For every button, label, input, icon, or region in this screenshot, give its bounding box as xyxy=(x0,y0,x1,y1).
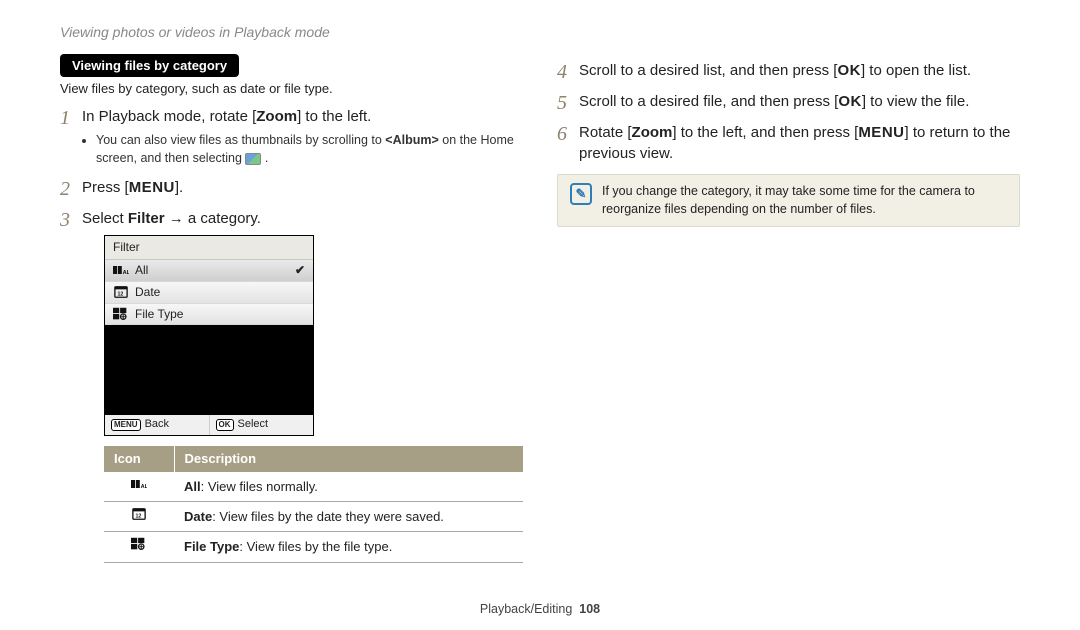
page-footer: Playback/Editing 108 xyxy=(0,602,1080,616)
menu-button-label: MENU xyxy=(858,124,904,141)
row-rest: : View files normally. xyxy=(201,479,318,494)
step-5: Scroll to a desired file, and then press… xyxy=(557,91,1020,112)
step-3-text-b: → a category. xyxy=(165,210,261,227)
steps-right: Scroll to a desired list, and then press… xyxy=(557,60,1020,164)
table-row: Date: View files by the date they were s… xyxy=(104,502,523,532)
step-5-text-a: Scroll to a desired file, and then press… xyxy=(579,93,838,110)
row-bold: All xyxy=(184,479,201,494)
page-header: Viewing photos or videos in Playback mod… xyxy=(60,0,1020,54)
step-4-text-b: ] to open the list. xyxy=(861,62,971,79)
steps-left: In Playback mode, rotate [Zoom] to the l… xyxy=(60,106,523,563)
menu-pill-icon: MENU xyxy=(111,419,141,431)
date-icon xyxy=(131,507,147,521)
step-3: Select Filter → a category. Filter All ✔… xyxy=(60,208,523,562)
note-text: If you change the category, it may take … xyxy=(602,183,1007,218)
album-label: <Album> xyxy=(385,133,439,147)
row-rest: : View files by the date they were saved… xyxy=(212,509,444,524)
step-5-text-b: ] to view the file. xyxy=(862,93,970,110)
step-2-text-b: ]. xyxy=(175,179,183,196)
row-bold: File Type xyxy=(184,539,239,554)
section-heading: Viewing files by category xyxy=(60,54,239,77)
step-4-text-a: Scroll to a desired list, and then press… xyxy=(579,62,837,79)
device-row-date: Date xyxy=(105,282,313,304)
step-6: Rotate [Zoom] to the left, and then pres… xyxy=(557,122,1020,164)
all-icon xyxy=(113,263,129,277)
device-row-all: All ✔ xyxy=(105,260,313,282)
bullet-text-c: . xyxy=(261,151,268,165)
zoom-label: Zoom xyxy=(632,124,673,141)
device-row-filetype: File Type xyxy=(105,304,313,326)
device-select-label: Select xyxy=(238,417,269,432)
device-blank-area xyxy=(105,325,313,415)
table-row: File Type: View files by the file type. xyxy=(104,532,523,562)
device-back: MENU Back xyxy=(105,415,210,434)
section-subtitle: View files by category, such as date or … xyxy=(60,81,523,96)
footer-section: Playback/Editing xyxy=(480,602,572,616)
right-column: Scroll to a desired list, and then press… xyxy=(557,54,1020,573)
date-icon xyxy=(113,285,129,299)
filter-device-screenshot: Filter All ✔ Date File Type xyxy=(104,235,314,436)
step-1-text-a: In Playback mode, rotate [ xyxy=(82,108,256,125)
filter-label: Filter xyxy=(128,210,165,227)
device-row-label: File Type xyxy=(135,306,183,323)
device-select: OK Select xyxy=(210,415,314,434)
device-back-label: Back xyxy=(145,417,169,432)
device-row-label: All xyxy=(135,262,148,279)
filetype-icon xyxy=(131,537,147,551)
step-2: Press [MENU]. xyxy=(60,177,523,198)
icon-description-table: Icon Description All: View files normall… xyxy=(104,446,523,563)
ok-pill-icon: OK xyxy=(216,419,234,431)
all-icon xyxy=(131,477,147,491)
th-icon: Icon xyxy=(104,446,174,472)
table-row: All: View files normally. xyxy=(104,472,523,502)
device-title: Filter xyxy=(105,236,313,260)
step-4: Scroll to a desired list, and then press… xyxy=(557,60,1020,81)
step-1-text-b: ] to the left. xyxy=(297,108,371,125)
note-box: ✎ If you change the category, it may tak… xyxy=(557,174,1020,227)
row-rest: : View files by the file type. xyxy=(239,539,392,554)
zoom-label: Zoom xyxy=(256,108,297,125)
step-1-bullet: You can also view files as thumbnails by… xyxy=(96,131,523,167)
th-description: Description xyxy=(174,446,523,472)
step-2-text-a: Press [ xyxy=(82,179,129,196)
left-column: Viewing files by category View files by … xyxy=(60,54,523,573)
album-thumb-icon xyxy=(245,153,261,165)
step-3-text-a: Select xyxy=(82,210,128,227)
footer-page-number: 108 xyxy=(579,602,600,616)
menu-button-label: MENU xyxy=(129,179,175,196)
bullet-text-a: You can also view files as thumbnails by… xyxy=(96,133,385,147)
step-6-text-b: ] to the left, and then press [ xyxy=(672,124,858,141)
filetype-icon xyxy=(113,307,129,321)
row-bold: Date xyxy=(184,509,212,524)
ok-button-label: OK xyxy=(837,62,861,79)
step-6-text-a: Rotate [ xyxy=(579,124,632,141)
device-footer: MENU Back OK Select xyxy=(105,415,313,434)
check-icon: ✔ xyxy=(295,262,305,279)
step-1: In Playback mode, rotate [Zoom] to the l… xyxy=(60,106,523,167)
device-row-label: Date xyxy=(135,284,160,301)
note-icon: ✎ xyxy=(570,183,592,205)
ok-button-label: OK xyxy=(838,93,862,110)
